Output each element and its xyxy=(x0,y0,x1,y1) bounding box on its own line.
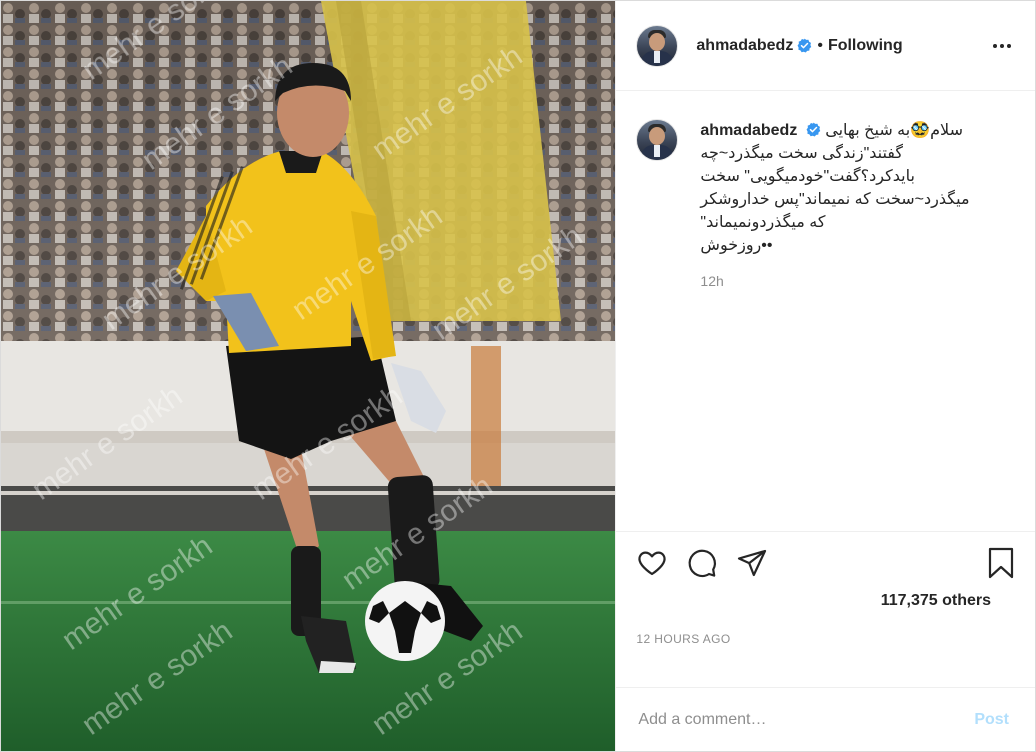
caption-username[interactable]: ahmadabedz xyxy=(700,122,797,139)
post-sidebar: ahmadabedz • Following ahmadabedz سلام🥸ب… xyxy=(615,1,1035,751)
comment-icon[interactable] xyxy=(686,547,718,579)
separator-dot: • xyxy=(817,36,823,54)
goalkeeper-photo: mehr e sorkh mehr e sorkh mehr e sorkh m… xyxy=(1,1,616,751)
caption-line: بایدکرد؟گفت"خودمیگویی" سخت xyxy=(700,168,915,185)
share-icon[interactable] xyxy=(736,547,768,579)
likes-count[interactable]: 117,375 others xyxy=(881,592,991,610)
caption: ahmadabedz سلام🥸به شیخ بهایی گفتند"زندگی… xyxy=(636,119,1015,293)
heart-icon[interactable] xyxy=(636,547,668,579)
comments-area: ahmadabedz سلام🥸به شیخ بهایی گفتند"زندگی… xyxy=(616,91,1035,531)
post-button[interactable]: Post xyxy=(968,710,1015,730)
caption-body: ahmadabedz سلام🥸به شیخ بهایی گفتند"زندگی… xyxy=(700,119,980,293)
username-link[interactable]: ahmadabedz xyxy=(696,37,793,55)
comment-form: Post xyxy=(616,687,1035,751)
caption-line: "که میگذردونمیماند xyxy=(700,214,826,231)
following-button[interactable]: Following xyxy=(828,37,903,55)
avatar[interactable] xyxy=(636,24,679,67)
action-bar xyxy=(636,546,1015,580)
verified-badge-icon xyxy=(797,38,812,53)
post-dialog: mehr e sorkh mehr e sorkh mehr e sorkh m… xyxy=(0,0,1036,752)
caption-line: میگذرد~سخت که نمیماند"پس خداروشکر xyxy=(700,191,970,208)
post-timestamp: 12 HOURS AGO xyxy=(636,632,731,646)
caption-line: روزخوش•• xyxy=(700,237,773,254)
post-image[interactable]: mehr e sorkh mehr e sorkh mehr e sorkh m… xyxy=(1,1,616,751)
actions-section: 117,375 others 12 HOURS AGO xyxy=(616,531,1035,687)
more-options-icon[interactable] xyxy=(989,36,1015,56)
caption-time[interactable]: 12h xyxy=(700,270,980,293)
bookmark-icon[interactable] xyxy=(987,547,1015,579)
caption-line: سلام🥸به شیخ بهایی xyxy=(825,122,963,139)
comment-input[interactable] xyxy=(636,709,969,730)
post-header: ahmadabedz • Following xyxy=(616,1,1035,91)
caption-line: گفتند"زندگی سخت میگذرد~چه xyxy=(700,145,904,162)
avatar[interactable] xyxy=(636,119,679,161)
verified-badge-icon xyxy=(806,122,821,137)
